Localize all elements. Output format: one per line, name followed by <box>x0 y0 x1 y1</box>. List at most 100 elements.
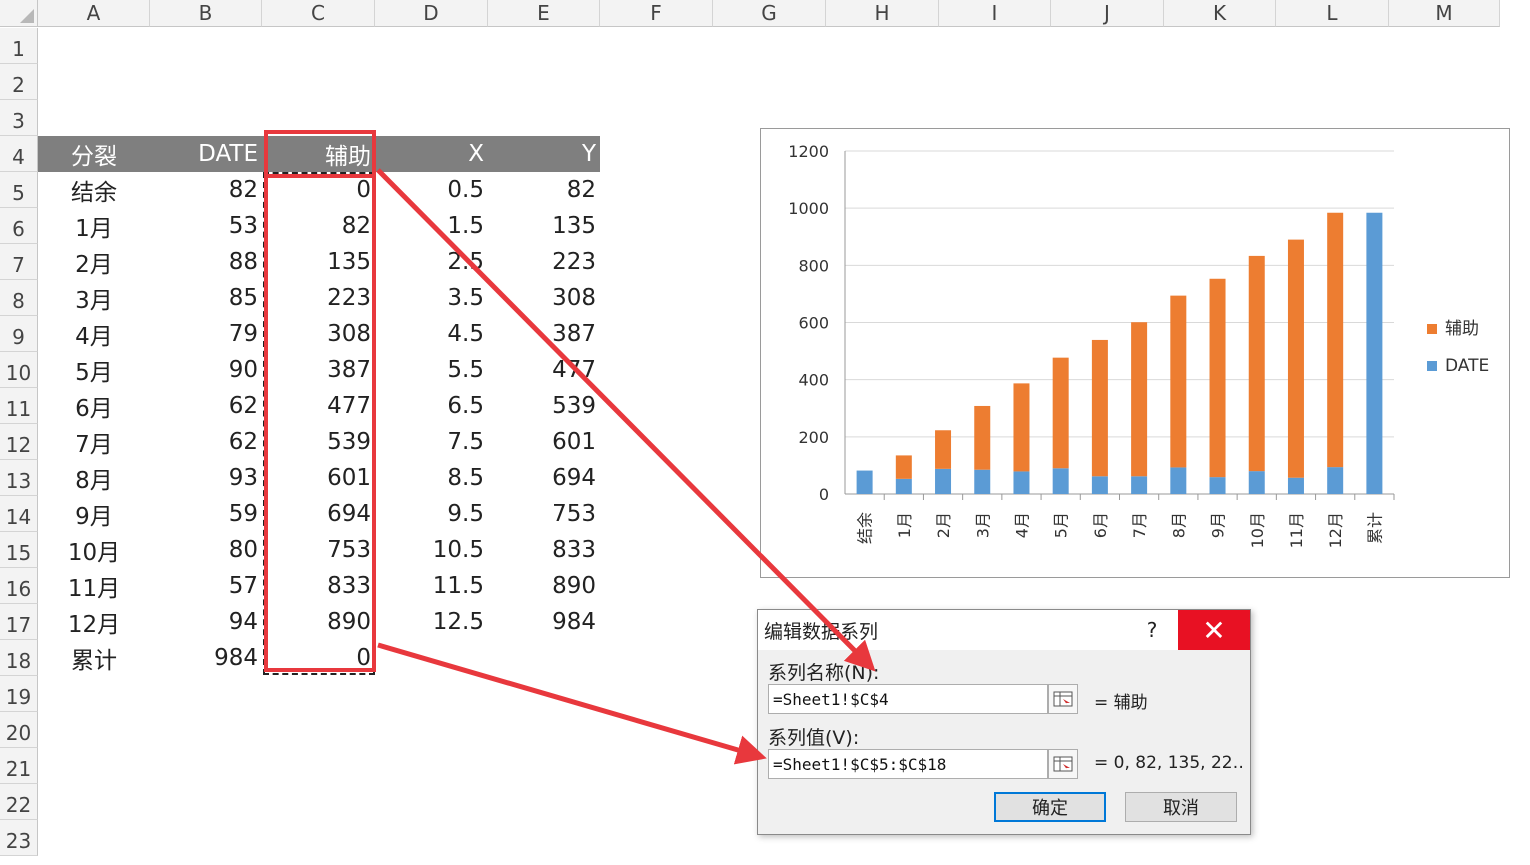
table-cell[interactable]: 90 <box>150 352 262 388</box>
select-all-corner[interactable] <box>0 0 38 27</box>
series-values-input[interactable]: =Sheet1!$C$5:$C$18 <box>768 749 1048 779</box>
row-header-11[interactable]: 11 <box>0 388 38 424</box>
table-cell[interactable]: 5月 <box>38 352 150 388</box>
table-cell[interactable]: 4月 <box>38 316 150 352</box>
row-header-18[interactable]: 18 <box>0 640 38 676</box>
row-header-10[interactable]: 10 <box>0 352 38 388</box>
table-cell[interactable]: 7月 <box>38 424 150 460</box>
row-header-1[interactable]: 1 <box>0 28 38 64</box>
table-cell[interactable]: 539 <box>488 388 600 424</box>
column-header-I[interactable]: I <box>939 0 1051 27</box>
table-cell[interactable]: 9.5 <box>375 496 488 532</box>
table-cell[interactable]: 82 <box>488 172 600 208</box>
table-cell[interactable]: 88 <box>150 244 262 280</box>
cancel-button[interactable]: 取消 <box>1125 792 1237 822</box>
row-header-21[interactable]: 21 <box>0 748 38 784</box>
table-cell[interactable]: 6.5 <box>375 388 488 424</box>
row-header-16[interactable]: 16 <box>0 568 38 604</box>
row-header-2[interactable]: 2 <box>0 64 38 100</box>
row-header-6[interactable]: 6 <box>0 208 38 244</box>
table-cell[interactable]: 984 <box>488 604 600 640</box>
row-header-4[interactable]: 4 <box>0 136 38 172</box>
table-cell[interactable]: 8月 <box>38 460 150 496</box>
table-cell[interactable]: 53 <box>150 208 262 244</box>
column-header-M[interactable]: M <box>1389 0 1500 27</box>
table-cell[interactable]: 694 <box>488 460 600 496</box>
table-cell[interactable]: 59 <box>150 496 262 532</box>
column-header-E[interactable]: E <box>488 0 600 27</box>
table-cell[interactable]: 890 <box>488 568 600 604</box>
column-header-A[interactable]: A <box>38 0 150 27</box>
table-cell[interactable]: 62 <box>150 424 262 460</box>
table-header-cell[interactable]: 分裂 <box>38 136 150 172</box>
table-cell[interactable]: 80 <box>150 532 262 568</box>
table-cell[interactable]: 11.5 <box>375 568 488 604</box>
table-cell[interactable]: 8.5 <box>375 460 488 496</box>
row-header-20[interactable]: 20 <box>0 712 38 748</box>
table-cell[interactable]: 85 <box>150 280 262 316</box>
row-header-17[interactable]: 17 <box>0 604 38 640</box>
table-cell[interactable]: 10.5 <box>375 532 488 568</box>
table-cell[interactable]: 10月 <box>38 532 150 568</box>
table-cell[interactable]: 3.5 <box>375 280 488 316</box>
row-header-8[interactable]: 8 <box>0 280 38 316</box>
range-picker-icon[interactable] <box>1048 749 1078 779</box>
table-cell[interactable]: 477 <box>488 352 600 388</box>
column-header-L[interactable]: L <box>1276 0 1389 27</box>
table-cell[interactable]: 984 <box>150 640 262 676</box>
table-cell[interactable]: 3月 <box>38 280 150 316</box>
row-header-22[interactable]: 22 <box>0 784 38 820</box>
table-cell[interactable]: 0.5 <box>375 172 488 208</box>
table-cell[interactable]: 62 <box>150 388 262 424</box>
row-header-12[interactable]: 12 <box>0 424 38 460</box>
table-cell[interactable]: 4.5 <box>375 316 488 352</box>
table-cell[interactable]: 11月 <box>38 568 150 604</box>
table-cell[interactable]: 结余 <box>38 172 150 208</box>
column-header-G[interactable]: G <box>713 0 826 27</box>
table-cell[interactable]: 7.5 <box>375 424 488 460</box>
table-cell[interactable]: 1月 <box>38 208 150 244</box>
column-header-C[interactable]: C <box>262 0 375 27</box>
row-header-13[interactable]: 13 <box>0 460 38 496</box>
table-cell[interactable]: 6月 <box>38 388 150 424</box>
table-cell[interactable]: 223 <box>488 244 600 280</box>
table-header-cell[interactable]: X <box>375 136 488 172</box>
table-cell[interactable]: 9月 <box>38 496 150 532</box>
table-cell[interactable]: 2月 <box>38 244 150 280</box>
table-cell[interactable]: 387 <box>488 316 600 352</box>
table-header-cell[interactable]: DATE <box>150 136 262 172</box>
column-header-J[interactable]: J <box>1051 0 1164 27</box>
column-header-B[interactable]: B <box>150 0 262 27</box>
table-cell[interactable]: 94 <box>150 604 262 640</box>
column-header-F[interactable]: F <box>600 0 713 27</box>
table-cell[interactable]: 57 <box>150 568 262 604</box>
column-header-K[interactable]: K <box>1164 0 1276 27</box>
table-cell[interactable] <box>488 640 600 676</box>
table-cell[interactable]: 308 <box>488 280 600 316</box>
row-header-23[interactable]: 23 <box>0 820 38 856</box>
table-cell[interactable]: 82 <box>150 172 262 208</box>
row-header-5[interactable]: 5 <box>0 172 38 208</box>
range-picker-icon[interactable] <box>1048 684 1078 714</box>
series-name-input[interactable]: =Sheet1!$C$4 <box>768 684 1048 714</box>
column-header-H[interactable]: H <box>826 0 939 27</box>
column-header-D[interactable]: D <box>375 0 488 27</box>
row-header-15[interactable]: 15 <box>0 532 38 568</box>
close-button[interactable]: ✕ <box>1178 610 1250 650</box>
table-cell[interactable]: 12月 <box>38 604 150 640</box>
row-header-3[interactable]: 3 <box>0 100 38 136</box>
table-cell[interactable]: 135 <box>488 208 600 244</box>
table-cell[interactable]: 79 <box>150 316 262 352</box>
help-button[interactable]: ? <box>1126 610 1178 650</box>
row-header-9[interactable]: 9 <box>0 316 38 352</box>
table-cell[interactable]: 753 <box>488 496 600 532</box>
stacked-column-chart[interactable]: 0 200 400 600 800 1000 1200 结余 1月 2月 3月 4月 5月 6月 7月 8月 9… <box>760 128 1510 578</box>
row-header-7[interactable]: 7 <box>0 244 38 280</box>
table-cell[interactable]: 5.5 <box>375 352 488 388</box>
table-cell[interactable]: 2.5 <box>375 244 488 280</box>
table-cell[interactable]: 1.5 <box>375 208 488 244</box>
table-cell[interactable]: 累计 <box>38 640 150 676</box>
row-header-19[interactable]: 19 <box>0 676 38 712</box>
table-cell[interactable]: 833 <box>488 532 600 568</box>
table-header-cell[interactable]: Y <box>488 136 600 172</box>
